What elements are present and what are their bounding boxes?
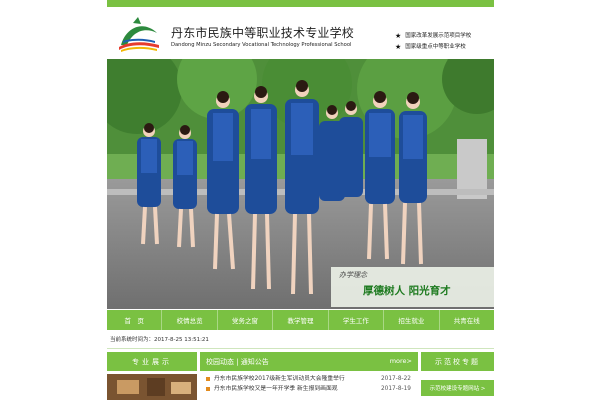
hero-banner[interactable]: 办学理念 厚德树人 阳光育才 [107,59,494,309]
top-accent-bar [107,0,494,7]
nav-student-work[interactable]: 学生工作 [329,310,385,330]
star-icon: ★ [395,32,402,40]
honor-badges: ★ 国家改革发展示范项目学校 ★ 国家级重点中等职业学校 [395,31,471,53]
list-item[interactable]: 丹东市民族学校2017级新生军训动员大会隆重举行 2017-8-22 [200,374,418,384]
star-icon: ★ [395,43,402,51]
news-title[interactable]: 丹东市民族学校2017级新生军训动员大会隆重举行 [214,376,345,382]
news-header-title[interactable]: 校园动态 | 通知公告 [206,357,269,367]
nav-party-affairs[interactable]: 党务之窗 [218,310,274,330]
model-school-site-button[interactable]: 示范校建设专题网站 > [421,380,494,396]
news-title[interactable]: 丹东市民族学校又是一年开学季 新生报到画面观 [214,386,338,392]
bullet-icon [206,386,210,391]
model-school-header: 示范校专题 [421,352,494,371]
news-list: 丹东市民族学校2017级新生军训动员大会隆重举行 2017-8-22 丹东市民族… [200,374,418,394]
slogan-panel: 办学理念 厚德树人 阳光育才 [331,267,494,307]
slogan-text: 厚德树人 阳光育才 [363,285,451,297]
news-date: 2017-8-19 [380,386,411,392]
news-header: 校园动态 | 通知公告 more> [200,352,418,371]
badge-label: 国家级重点中等职业学校 [405,44,466,50]
more-link[interactable]: more> [390,357,412,365]
badge-item: ★ 国家改革发展示范项目学校 [395,31,471,42]
nav-overview[interactable]: 校情总览 [162,310,218,330]
majors-photo [107,374,197,400]
system-time-bar: 当前系统时间为：2017-8-25 13:51:21 [107,330,494,349]
nav-admissions[interactable]: 招生就业 [384,310,440,330]
school-name-chinese: 丹东市民族中等职业技术专业学校 [171,26,355,40]
site-header: 丹东市民族中等职业技术专业学校 Dandong Minzu Secondary … [107,7,494,59]
majors-showcase[interactable] [107,374,197,400]
news-date: 2017-8-22 [380,376,411,382]
majors-header: 专业展示 [107,352,197,371]
school-name-english: Dandong Minzu Secondary Vocational Techn… [171,42,352,48]
list-item[interactable]: 丹东市民族学校又是一年开学季 新生报到画面观 2017-8-19 [200,384,418,394]
badge-label: 国家改革发展示范项目学校 [405,33,472,39]
page: 丹东市民族中等职业技术专业学校 Dandong Minzu Secondary … [107,0,494,400]
slogan-caption: 办学理念 [339,271,367,279]
main-nav: 首 页 校情总览 党务之窗 教学管理 学生工作 招生就业 共青在线 [107,310,494,330]
bullet-icon [206,376,210,381]
nav-home[interactable]: 首 页 [107,310,163,330]
nav-teaching[interactable]: 教学管理 [273,310,329,330]
system-time: 当前系统时间为：2017-8-25 13:51:21 [110,337,209,343]
nav-youth-league[interactable]: 共青在线 [440,310,494,330]
badge-item: ★ 国家级重点中等职业学校 [395,42,471,53]
school-logo-icon[interactable] [115,15,161,53]
